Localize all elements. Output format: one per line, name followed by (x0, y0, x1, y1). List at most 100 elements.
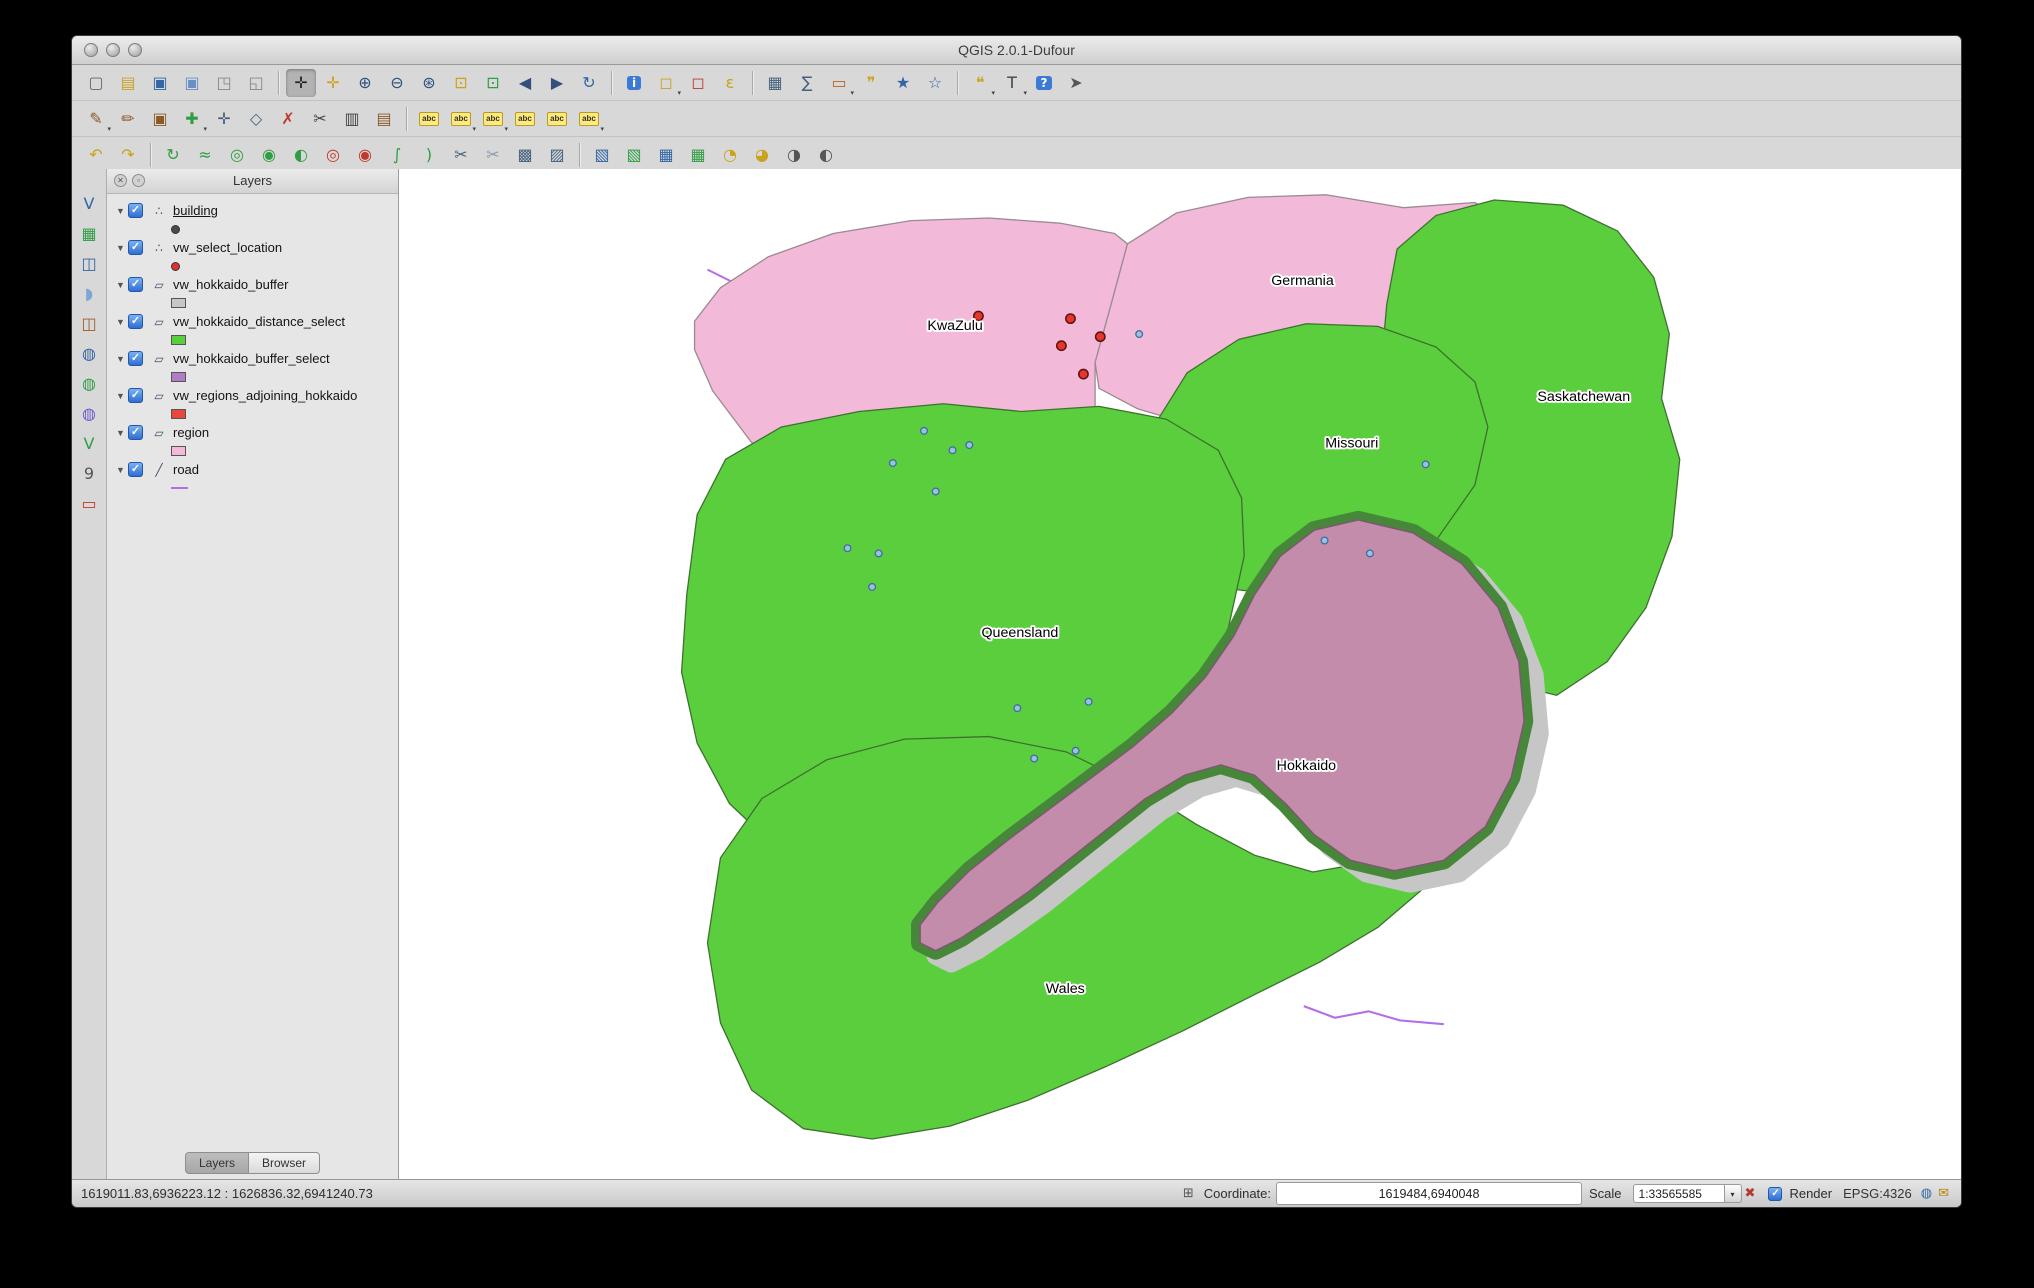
increase-brightness-button[interactable]: ◔ (715, 141, 745, 169)
layer-visibility-checkbox[interactable]: ✓ (128, 388, 143, 403)
coordinate-input[interactable] (1276, 1182, 1583, 1205)
current-edits-button[interactable]: ✎ ▾ (81, 105, 111, 133)
full-histogram-stretch-button[interactable]: ▦ (683, 141, 713, 169)
help-contents-button[interactable]: ? (1029, 69, 1059, 97)
tab-browser[interactable]: Browser (248, 1152, 321, 1174)
new-bookmark-button[interactable]: ★ (888, 69, 918, 97)
layer-row-road[interactable]: ▼ ✓ ╱ road (107, 458, 398, 481)
close-panel-button[interactable]: ✕ (114, 174, 127, 187)
paste-features-button[interactable]: ▤ (369, 105, 399, 133)
undo-button[interactable]: ↶ (81, 141, 111, 169)
layer-visibility-checkbox[interactable]: ✓ (128, 425, 143, 440)
split-features-button[interactable]: ✂ (446, 141, 476, 169)
rotate-feature-button[interactable]: ↻ (158, 141, 188, 169)
text-annotation-button[interactable]: T ▾ (997, 69, 1027, 97)
map-tips-button[interactable]: ❞ (856, 69, 886, 97)
select-by-expression-button[interactable]: ε (715, 69, 745, 97)
move-feature-button[interactable]: ✛ (209, 105, 239, 133)
zoom-to-selection-button[interactable]: ⊡ (446, 69, 476, 97)
layer-row-region[interactable]: ▼ ✓ ▱ region (107, 421, 398, 444)
layer-visibility-checkbox[interactable]: ✓ (128, 314, 143, 329)
annotation-button[interactable]: ❝ ▾ (965, 69, 995, 97)
add-wcs-layer-button[interactable]: ◍ (75, 371, 103, 396)
layer-label[interactable]: vw_select_location (173, 240, 282, 255)
pan-map-to-selection-button[interactable]: ✛ (318, 69, 348, 97)
identify-features-button[interactable]: i (619, 69, 649, 97)
whats-this-button[interactable]: ➤ (1061, 69, 1091, 97)
zoom-last-button[interactable]: ◀ (510, 69, 540, 97)
layer-visibility-checkbox[interactable]: ✓ (128, 277, 143, 292)
save-project-as-button[interactable]: ▣ (177, 69, 207, 97)
layer-label[interactable]: building (173, 203, 218, 218)
toggle-editing-button[interactable]: ✏ (113, 105, 143, 133)
expand-triangle-icon[interactable]: ▼ (116, 465, 128, 475)
layer-row-vw_hokkaido_buffer_select[interactable]: ▼ ✓ ▱ vw_hokkaido_buffer_select (107, 347, 398, 370)
refresh-map-button[interactable]: ↻ (574, 69, 604, 97)
field-calculator-button[interactable]: ∑ (792, 69, 822, 97)
delete-ring-button[interactable]: ◎ (318, 141, 348, 169)
move-label-button[interactable]: abc (510, 105, 540, 133)
messages-button[interactable]: ✉ (1935, 1186, 1952, 1201)
layer-label[interactable]: vw_hokkaido_buffer (173, 277, 288, 292)
layer-label[interactable]: road (173, 462, 199, 477)
layer-row-vw_hokkaido_distance_select[interactable]: ▼ ✓ ▱ vw_hokkaido_distance_select (107, 310, 398, 333)
highlight-pinned-labels-button[interactable]: abc (414, 105, 444, 133)
add-part-button[interactable]: ◉ (254, 141, 284, 169)
render-checkbox[interactable]: ✓ (1768, 1186, 1783, 1201)
add-raster-layer-button[interactable]: ▦ (75, 221, 103, 246)
open-project-button[interactable]: ▤ (113, 69, 143, 97)
rotate-label-button[interactable]: abc (542, 105, 572, 133)
layer-visibility-checkbox[interactable]: ✓ (128, 351, 143, 366)
measure-button[interactable]: ▭ ▾ (824, 69, 854, 97)
simplify-feature-button[interactable]: ≈ (190, 141, 220, 169)
zoom-full-button[interactable]: ⊛ (414, 69, 444, 97)
deselect-features-button[interactable]: ◻ (683, 69, 713, 97)
layer-visibility-checkbox[interactable]: ✓ (128, 462, 143, 477)
decrease-brightness-button[interactable]: ◕ (747, 141, 777, 169)
zoom-next-button[interactable]: ▶ (542, 69, 572, 97)
redo-button[interactable]: ↷ (113, 141, 143, 169)
expand-triangle-icon[interactable]: ▼ (116, 206, 128, 216)
crs-status-button[interactable]: ◍ (1918, 1186, 1935, 1201)
pan-map-button[interactable]: ✛ (286, 68, 316, 97)
delete-part-button[interactable]: ◉ (350, 141, 380, 169)
layer-label[interactable]: vw_hokkaido_distance_select (173, 314, 345, 329)
add-delimited-text-layer-button[interactable]: 9 (75, 461, 103, 486)
zoom-to-layer-button[interactable]: ⊡ (478, 69, 508, 97)
add-wfs-layer-button[interactable]: ◍ (75, 401, 103, 426)
layer-row-vw_regions_adjoining_hokkaido[interactable]: ▼ ✓ ▱ vw_regions_adjoining_hokkaido (107, 384, 398, 407)
new-shapefile-layer-button[interactable]: V (75, 431, 103, 456)
merge-selected-features-button[interactable]: ▩ (510, 141, 540, 169)
copy-features-button[interactable]: ▥ (337, 105, 367, 133)
layer-row-vw_select_location[interactable]: ▼ ✓ ∴ vw_select_location (107, 236, 398, 259)
delete-selected-button[interactable]: ✗ (273, 105, 303, 133)
copy-style-button[interactable]: ▧ (587, 141, 617, 169)
remove-layer-group-button[interactable]: ▭ (75, 491, 103, 516)
increase-contrast-button[interactable]: ◑ (779, 141, 809, 169)
map-canvas[interactable]: KwaZulu Germania Saskatchewan Missouri Queen… (399, 169, 1961, 1179)
new-project-button[interactable]: ▢ (81, 69, 111, 97)
expand-triangle-icon[interactable]: ▼ (116, 317, 128, 327)
paste-style-button[interactable]: ▧ (619, 141, 649, 169)
add-vector-layer-button[interactable]: V (75, 191, 103, 216)
split-parts-button[interactable]: ✂ (478, 141, 508, 169)
show-hide-labels-button[interactable]: abc ▾ (478, 105, 508, 133)
zoom-in-button[interactable]: ⊕ (350, 69, 380, 97)
merge-attributes-button[interactable]: ▨ (542, 141, 572, 169)
save-project-button[interactable]: ▣ (145, 69, 175, 97)
zoom-out-button[interactable]: ⊖ (382, 69, 412, 97)
tab-layers[interactable]: Layers (184, 1152, 248, 1174)
add-feature-button[interactable]: ✚ ▾ (177, 105, 207, 133)
layer-label[interactable]: vw_hokkaido_buffer_select (173, 351, 330, 366)
scale-combo[interactable]: 1:33565585 ▾ (1632, 1184, 1742, 1203)
layer-visibility-checkbox[interactable]: ✓ (128, 240, 143, 255)
add-ring-button[interactable]: ◎ (222, 141, 252, 169)
expand-triangle-icon[interactable]: ▼ (116, 354, 128, 364)
expand-triangle-icon[interactable]: ▼ (116, 391, 128, 401)
decrease-contrast-button[interactable]: ◐ (811, 141, 841, 169)
select-features-button[interactable]: ◻ ▾ (651, 69, 681, 97)
local-histogram-stretch-button[interactable]: ▦ (651, 141, 681, 169)
show-bookmarks-button[interactable]: ☆ (920, 69, 950, 97)
change-label-properties-button[interactable]: abc ▾ (574, 105, 604, 133)
float-panel-button[interactable]: ▫ (132, 174, 145, 187)
